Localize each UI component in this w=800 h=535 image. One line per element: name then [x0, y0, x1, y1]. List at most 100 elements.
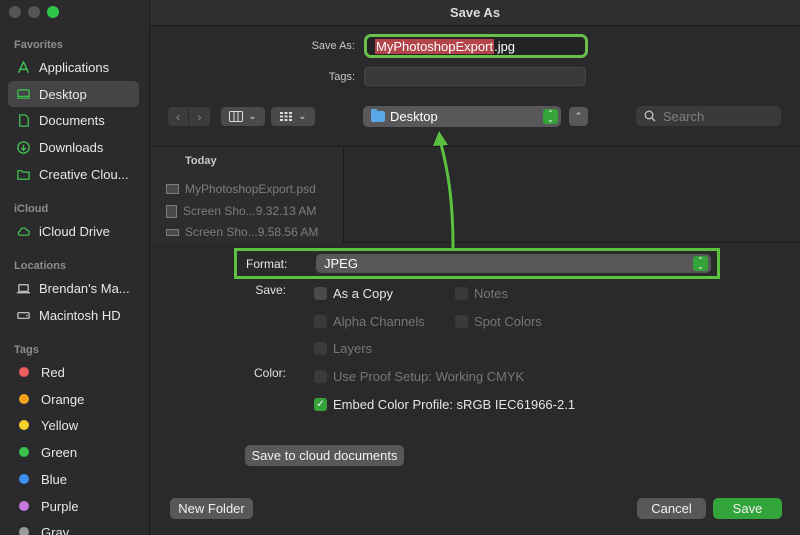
use-proof-setup-checkbox[interactable]: Use Proof Setup: Working CMYK [314, 369, 524, 384]
format-row: Format: JPEG ⌃ ⌄ [234, 248, 720, 279]
cloud-icon [16, 224, 31, 239]
cancel-button[interactable]: Cancel [637, 498, 706, 519]
purple-tag-icon [19, 501, 29, 511]
checkbox-box [314, 370, 327, 383]
grid-icon [280, 112, 293, 121]
file-name: Screen Sho...9.32.13 AM [183, 204, 317, 218]
close-window-button[interactable] [9, 6, 21, 18]
save-as-input[interactable]: MyPhotoshopExport .jpg [364, 34, 588, 58]
sidebar-item-label: Gray [41, 524, 70, 535]
nav-buttons: ‹ › [168, 107, 210, 126]
search-input[interactable]: Search [636, 106, 781, 126]
document-file-icon [166, 204, 177, 218]
chevron-right-icon: › [197, 109, 202, 124]
file-browser: Today MyPhotoshopExport.psd Screen Sho..… [150, 146, 800, 243]
sidebar-item-label: Macintosh HD [39, 307, 121, 323]
chevron-down-icon: ⌄ [248, 111, 257, 122]
sidebar-item-tag-orange[interactable]: Orange [8, 386, 139, 412]
alpha-channels-checkbox[interactable]: Alpha Channels [314, 314, 425, 329]
sidebar-item-label: Brendan's Ma... [39, 280, 130, 296]
sidebar-item-applications[interactable]: Applications [8, 54, 139, 80]
view-mode-button[interactable]: ⌄ [221, 107, 265, 126]
location-value: Desktop [390, 109, 438, 124]
yellow-tag-icon [19, 420, 29, 430]
sidebar-item-icloud-drive[interactable]: iCloud Drive [8, 218, 139, 244]
sidebar-item-tag-gray[interactable]: Gray [8, 519, 139, 535]
layers-checkbox[interactable]: Layers [314, 341, 372, 356]
file-row[interactable]: Screen Sho...9.58.56 AM [166, 223, 318, 241]
sidebar-item-documents[interactable]: Documents [8, 107, 139, 133]
downloads-icon [16, 140, 31, 155]
save-to-cloud-button[interactable]: Save to cloud documents [245, 445, 404, 466]
applications-icon [16, 60, 31, 75]
format-label: Format: [246, 257, 288, 271]
chevron-up-icon: ⌃ [574, 111, 583, 121]
checkmark-icon: ✓ [314, 398, 327, 411]
icloud-header: iCloud [14, 203, 49, 215]
folder-icon [371, 109, 385, 122]
sidebar-item-label: Orange [41, 391, 85, 407]
file-name: MyPhotoshopExport.psd [185, 182, 316, 196]
file-row[interactable]: MyPhotoshopExport.psd [166, 180, 316, 198]
back-button[interactable]: ‹ [168, 107, 189, 126]
zoom-window-button[interactable] [47, 6, 59, 18]
file-column: Today MyPhotoshopExport.psd Screen Sho..… [150, 147, 344, 243]
checkbox-box [455, 287, 468, 300]
sidebar-item-laptop[interactable]: Brendan's Ma... [8, 275, 139, 301]
collapse-button[interactable]: ⌃ [569, 107, 588, 126]
checkbox-box [314, 315, 327, 328]
search-placeholder: Search [663, 108, 705, 124]
sidebar-item-label: Applications [39, 59, 110, 75]
document-icon [16, 113, 31, 128]
minimize-window-button[interactable] [28, 6, 40, 18]
save-button[interactable]: Save [713, 498, 782, 519]
as-a-copy-checkbox[interactable]: As a Copy [314, 286, 393, 301]
location-popup[interactable]: Desktop ⌃ ⌄ [363, 106, 561, 127]
file-name: Screen Sho...9.58.56 AM [185, 225, 319, 239]
filename-selected-text: MyPhotoshopExport [375, 38, 495, 54]
sidebar-item-downloads[interactable]: Downloads [8, 134, 139, 160]
checkbox-label: Spot Colors [474, 314, 542, 329]
columns-view-icon [229, 111, 244, 122]
embed-color-profile-checkbox[interactable]: ✓ Embed Color Profile: sRGB IEC61966-2.1 [314, 397, 575, 412]
laptop-icon [16, 281, 31, 296]
sidebar-item-creative-cloud[interactable]: Creative Clou... [8, 161, 139, 187]
drive-icon [16, 308, 31, 323]
window-controls [9, 6, 59, 18]
color-options-label: Color: [253, 366, 286, 380]
notes-checkbox[interactable]: Notes [455, 286, 508, 301]
checkbox-label: Layers [333, 341, 373, 356]
new-folder-button[interactable]: New Folder [170, 498, 253, 519]
sidebar-item-tag-yellow[interactable]: Yellow [8, 412, 139, 438]
save-dialog: Save As Save As: MyPhotoshopExport .jpg T… [150, 0, 800, 535]
checkbox-label: As a Copy [333, 286, 393, 301]
sidebar: Favorites Applications Desktop Documents… [0, 0, 150, 535]
checkbox-label: Notes [474, 286, 508, 301]
search-icon [644, 110, 656, 122]
popup-stepper-icon: ⌃ ⌄ [543, 109, 558, 124]
file-row[interactable]: Screen Sho...9.32.13 AM [166, 202, 316, 220]
sidebar-item-tag-green[interactable]: Green [8, 439, 139, 465]
filename-extension: .jpg [494, 38, 516, 54]
spot-colors-checkbox[interactable]: Spot Colors [455, 314, 542, 329]
sidebar-item-label: Red [41, 364, 65, 380]
favorites-header: Favorites [14, 39, 63, 51]
image-file-icon [166, 228, 179, 236]
checkbox-box [455, 315, 468, 328]
sidebar-item-tag-red[interactable]: Red [8, 359, 139, 385]
checkbox-label: Embed Color Profile: sRGB IEC61966-2.1 [333, 397, 576, 412]
sidebar-item-label: Creative Clou... [39, 166, 129, 182]
group-by-button[interactable]: ⌄ [271, 107, 315, 126]
desktop-icon [16, 87, 31, 102]
sidebar-item-desktop[interactable]: Desktop [8, 81, 139, 107]
sidebar-item-macintosh-hd[interactable]: Macintosh HD [8, 302, 139, 328]
forward-button[interactable]: › [189, 107, 210, 126]
tags-header: Tags [14, 344, 39, 356]
chevron-down-icon: ⌄ [298, 111, 307, 122]
group-header-today: Today [185, 155, 217, 167]
sidebar-item-tag-purple[interactable]: Purple [8, 493, 139, 519]
format-popup[interactable]: JPEG ⌃ ⌄ [316, 254, 711, 273]
sidebar-item-tag-blue[interactable]: Blue [8, 466, 139, 492]
save-as-label: Save As: [311, 40, 355, 52]
tags-input[interactable] [364, 67, 586, 86]
